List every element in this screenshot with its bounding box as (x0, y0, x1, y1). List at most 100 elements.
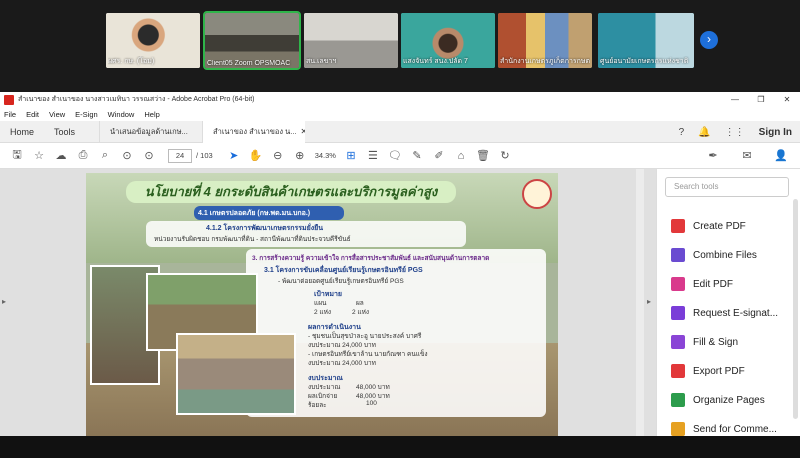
tool-label: Export PDF (693, 365, 745, 377)
combine-files-icon (671, 248, 685, 262)
participant-name: สน.เลขาฯ (306, 58, 337, 65)
minimize-icon[interactable]: — (722, 95, 748, 104)
tab-tools[interactable]: Tools (44, 121, 85, 143)
agency-logo (522, 179, 552, 209)
tool-request-esign[interactable]: Request E-signat... (671, 304, 778, 322)
close-tab-icon[interactable]: ✕ (301, 127, 305, 136)
result-line: งบประมาณ 24,000 บาท (308, 360, 376, 367)
participant-name: แสงจันทร์ สนง.ปลัด 7 (403, 58, 468, 65)
scroll-mode-icon[interactable]: ☰ (362, 149, 384, 162)
budget-row-label: ร้อยละ (308, 402, 327, 409)
tool-label: Request E-signat... (693, 307, 779, 319)
tool-label: Organize Pages (693, 394, 765, 406)
page-up-icon[interactable]: ⊙ (116, 149, 138, 162)
upload-cloud-icon[interactable]: ☁ (50, 149, 72, 162)
delete-icon[interactable]: 🗑 (472, 149, 494, 162)
tab-document-1[interactable]: นำเสนอข้อมูลด้านเกษ... (99, 120, 202, 143)
budget-row-value: 100 (366, 400, 377, 407)
share-user-icon[interactable]: 👤 (770, 149, 792, 162)
select-cursor-icon[interactable]: ➤ (223, 149, 245, 162)
tab-document-label: สำเนาของ สำเนาของ น... (213, 126, 297, 136)
hand-tool-icon[interactable]: ✋ (245, 149, 267, 162)
document-scrollbar[interactable] (636, 169, 644, 436)
fit-page-icon[interactable]: ⊞ (340, 149, 362, 162)
tool-combine-files[interactable]: Combine Files (671, 246, 757, 264)
menu-esign[interactable]: E-Sign (75, 110, 98, 119)
sign-pen-icon[interactable]: ✒ (702, 149, 724, 162)
email-icon[interactable]: ✉ (736, 149, 758, 162)
request-esign-icon (671, 306, 685, 320)
participant-tile-active-speaker[interactable]: Client05 Zoom OPSMOAC (203, 11, 301, 70)
zoom-participant-strip: ผศร. กษ. (โอม) Client05 Zoom OPSMOAC สน.… (0, 0, 800, 92)
right-panel-toggle-icon[interactable]: ▸ (647, 297, 651, 306)
zoom-out-icon[interactable]: ⊖ (267, 149, 289, 162)
tools-panel-scrollbar[interactable] (793, 199, 798, 419)
tool-label: Edit PDF (693, 278, 734, 290)
draw-pen-icon[interactable]: ✐ (428, 149, 450, 162)
target-result-value: 2 แห่ง (352, 309, 370, 316)
window-titlebar: สำเนาของ สำเนาของ นางสาวเมทินา วรรณสว่าง… (0, 92, 800, 107)
menu-file[interactable]: File (4, 110, 16, 119)
participant-tile[interactable]: สน.เลขาฯ (304, 13, 398, 68)
bookmark-star-icon[interactable]: ☆ (28, 149, 50, 162)
search-tools-input[interactable]: Search tools (665, 177, 789, 197)
tab-document-2[interactable]: สำเนาของ สำเนาของ น... ✕ (202, 120, 306, 143)
screen: ผศร. กษ. (โอม) Client05 Zoom OPSMOAC สน.… (0, 0, 800, 458)
close-icon[interactable]: ✕ (774, 95, 800, 104)
participant-tile[interactable]: แสงจันทร์ สนง.ปลัด 7 (401, 13, 495, 68)
tools-panel: Search tools Create PDF Combine Files Ed… (656, 169, 800, 436)
slide-item: 3.1 โครงการขับเคลื่อนศูนย์เรียนรู้เกษตรอ… (264, 267, 423, 274)
acrobat-app-icon (4, 94, 14, 105)
page-number-input[interactable]: 24 (168, 148, 192, 163)
tool-create-pdf[interactable]: Create PDF (671, 217, 746, 235)
slide-title: นโยบายที่ 4 ยกระดับสินค้าเกษตรและบริการม… (126, 181, 456, 203)
slide-item: 3. การสร้างความรู้ ความเข้าใจ การสื่อสาร… (252, 255, 490, 262)
acrobat-window: สำเนาของ สำเนาของ นางสาวเมทินา วรรณสว่าง… (0, 92, 800, 436)
menu-edit[interactable]: Edit (26, 110, 39, 119)
help-icon[interactable]: ? (679, 127, 685, 138)
tool-label: Fill & Sign (693, 336, 739, 348)
participant-tile[interactable]: ศูนย์อนามัยเกษตรกรแห่งชาติ (598, 13, 694, 68)
rotate-icon[interactable]: ↻ (494, 149, 516, 162)
slide-item: 4.1 เกษตรปลอดภัย (กษ.พด.มน.บกอ.) (198, 210, 311, 217)
participant-name: ศูนย์อนามัยเกษตรกรแห่งชาติ (600, 58, 689, 65)
left-panel-toggle-icon[interactable]: ▸ (2, 297, 6, 306)
menu-view[interactable]: View (49, 110, 65, 119)
main-toolbar: 🖫 ☆ ☁ ⎙ ⌕ ⊙ ⊙ 24 / 103 ➤ ✋ ⊖ ⊕ 34.3% ⊞ ☰… (0, 143, 800, 169)
zoom-search-icon[interactable]: ⌕ (94, 149, 116, 162)
menu-window[interactable]: Window (108, 110, 135, 119)
menu-help[interactable]: Help (144, 110, 159, 119)
menu-bar: File Edit View E-Sign Window Help (0, 107, 800, 121)
tool-export-pdf[interactable]: Export PDF (671, 362, 745, 380)
participant-name: ผศร. กษ. (โอม) (108, 58, 155, 65)
fill-sign-icon (671, 335, 685, 349)
sign-in-button[interactable]: Sign In (759, 127, 792, 138)
export-pdf-icon (671, 364, 685, 378)
comment-icon[interactable]: 🗨 (384, 149, 406, 162)
print-icon[interactable]: ⎙ (72, 149, 94, 162)
organize-pages-icon (671, 393, 685, 407)
slide-item: หน่วยงานรับผิดชอบ กรมพัฒนาที่ดิน - สถานี… (154, 236, 351, 243)
participant-tile[interactable]: สำนักงานเกษตรภูเก็ตการกษตร (498, 13, 592, 68)
stamp-icon[interactable]: ⌂ (450, 150, 472, 162)
tab-home[interactable]: Home (0, 121, 44, 143)
tool-organize-pages[interactable]: Organize Pages (671, 391, 765, 409)
zoom-level-select[interactable]: 34.3% (315, 151, 336, 160)
participant-tile[interactable]: ผศร. กษ. (โอม) (106, 13, 200, 68)
slide-photo-seedlings (176, 333, 296, 415)
slide-item: - พัฒนาต่อยอดศูนย์เรียนรู้เกษตรอินทรีย์ … (278, 278, 404, 285)
toolbar-right-icons: ✒ ✉ 👤 (702, 149, 792, 162)
window-title: สำเนาของ สำเนาของ นางสาวเมทินา วรรณสว่าง… (18, 96, 255, 103)
notifications-bell-icon[interactable]: 🔔 (698, 127, 710, 138)
highlight-pen-icon[interactable]: ✎ (406, 149, 428, 162)
create-pdf-icon (671, 219, 685, 233)
tool-edit-pdf[interactable]: Edit PDF (671, 275, 733, 293)
zoom-in-icon[interactable]: ⊕ (289, 149, 311, 162)
chevron-right-icon[interactable]: › (700, 31, 718, 49)
tabbar-right-controls: ? 🔔 ⋮⋮ Sign In (679, 121, 792, 143)
apps-grid-icon[interactable]: ⋮⋮ (725, 127, 745, 138)
restore-icon[interactable]: ❐ (748, 95, 774, 104)
tool-fill-sign[interactable]: Fill & Sign (671, 333, 738, 351)
save-icon[interactable]: 🖫 (6, 146, 28, 165)
page-down-icon[interactable]: ⊙ (138, 149, 160, 162)
